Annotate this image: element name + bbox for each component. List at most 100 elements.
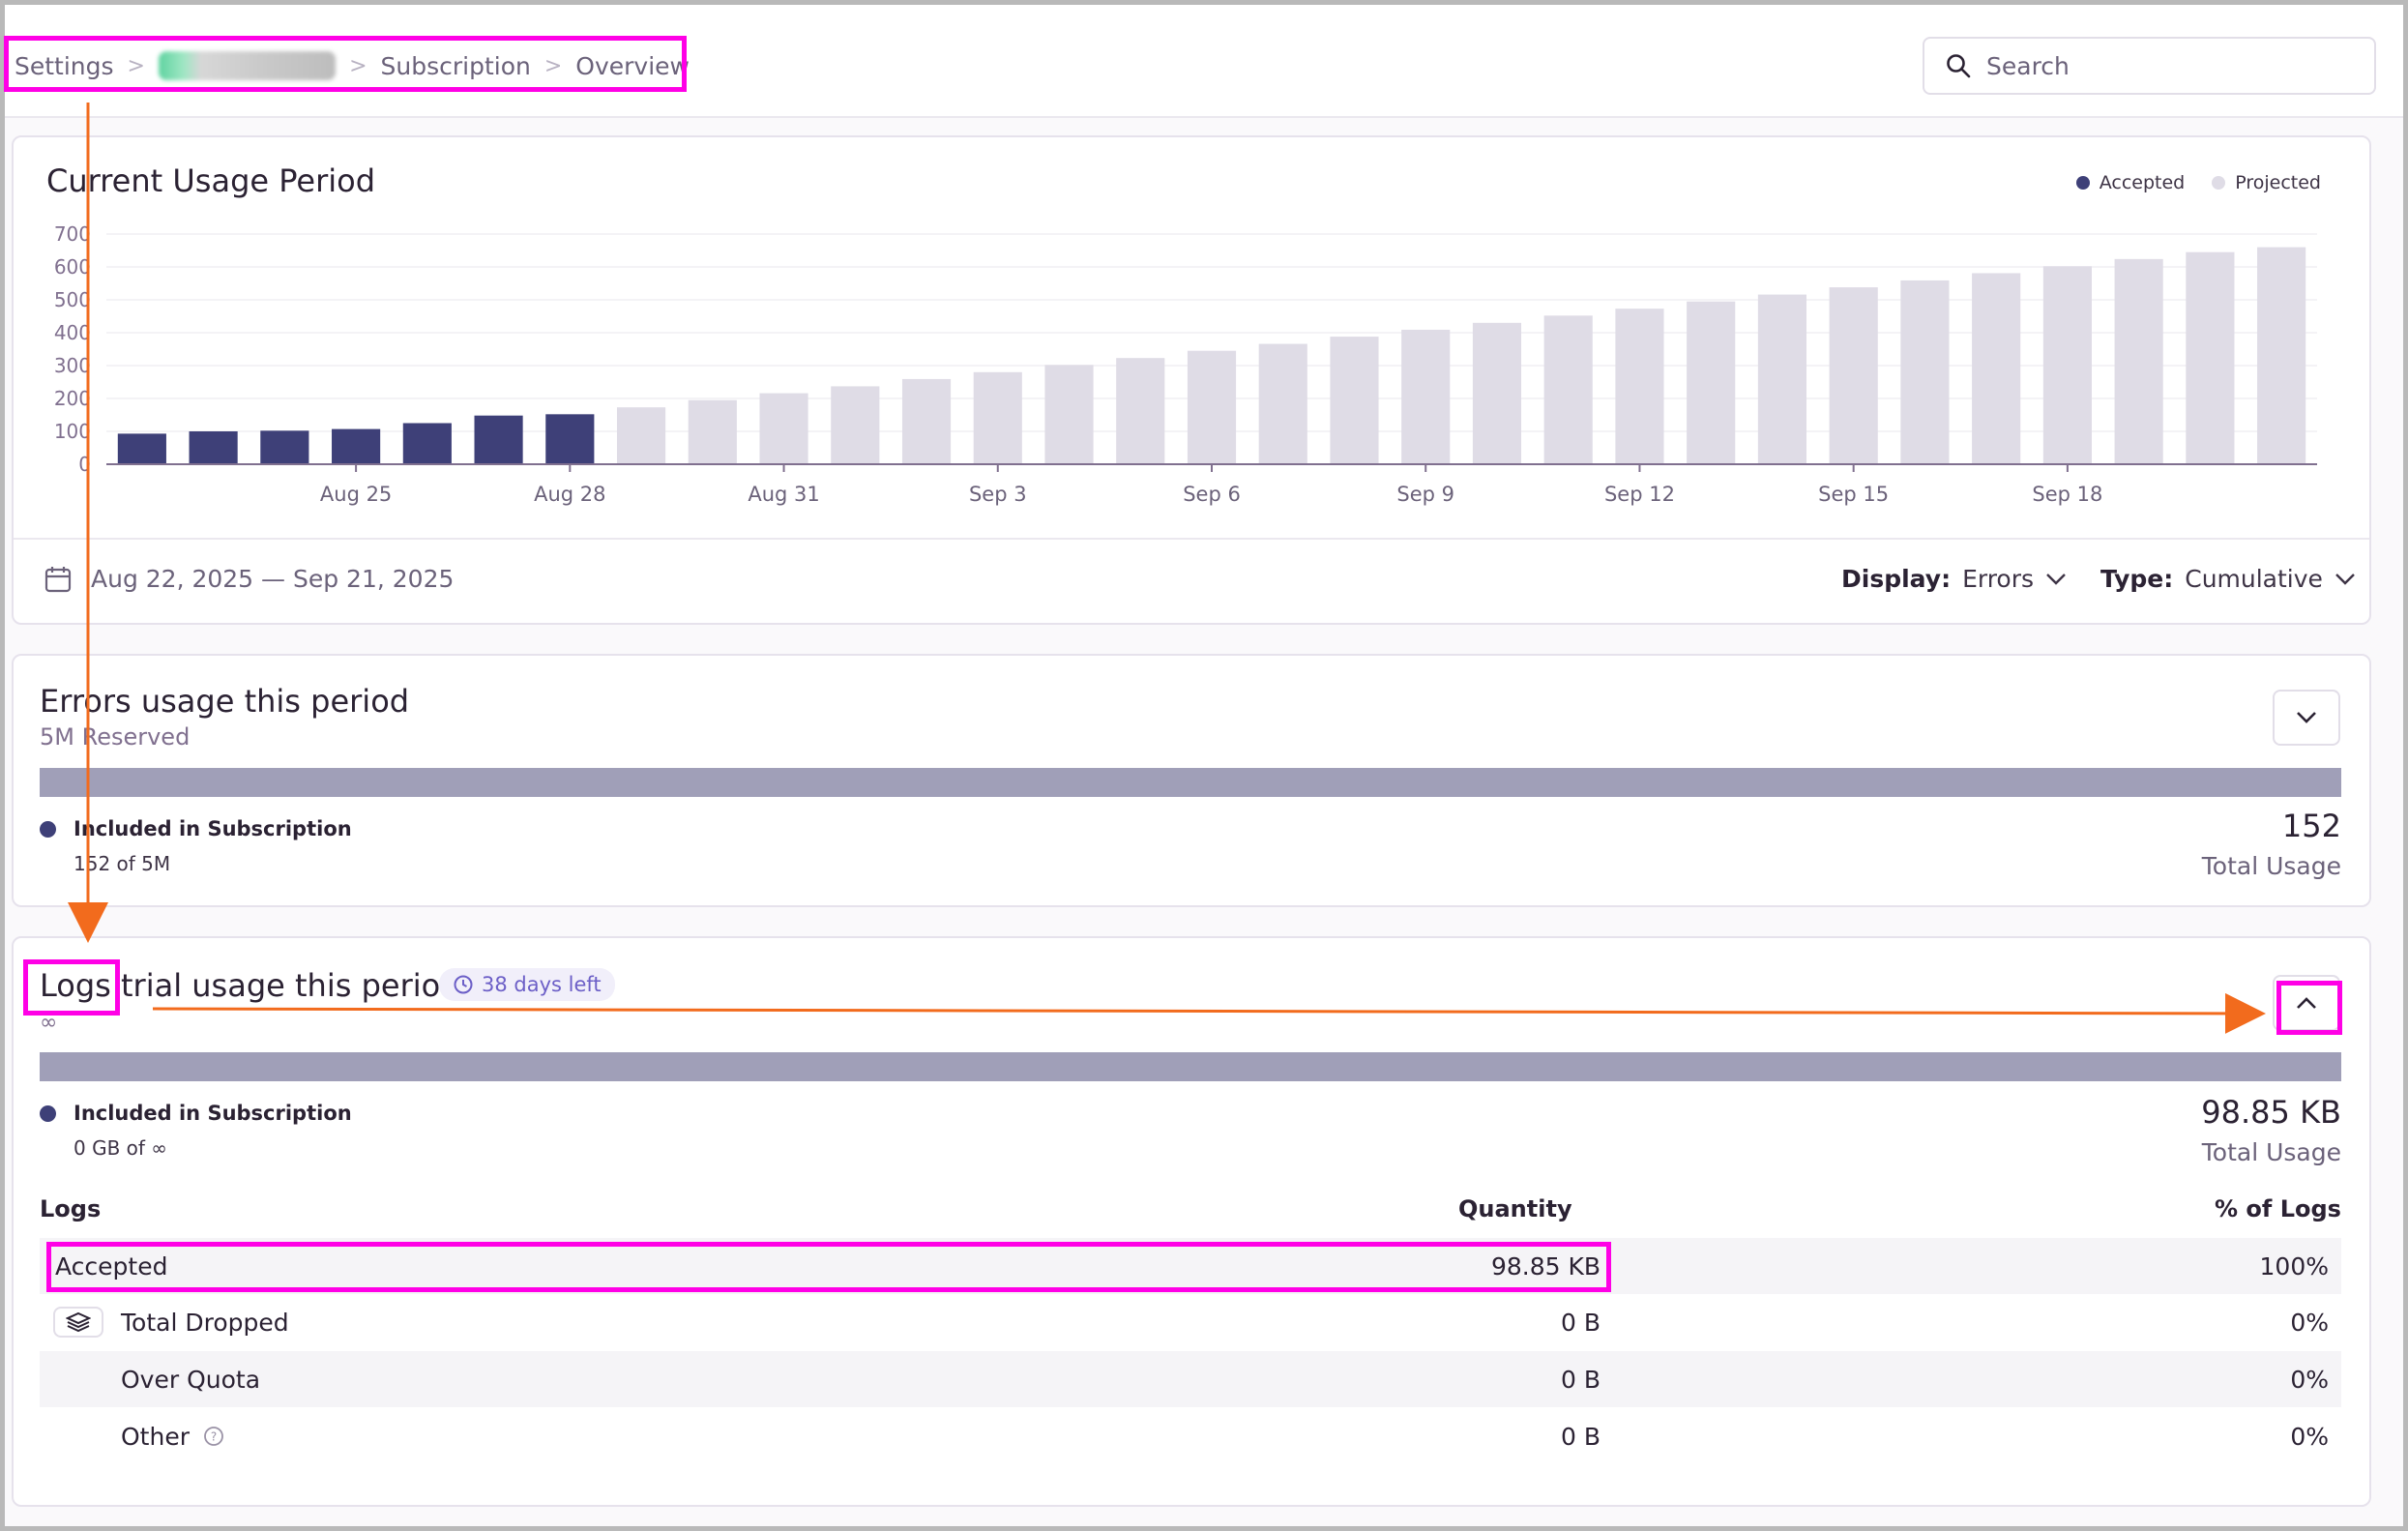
chevron-down-icon <box>2335 573 2355 585</box>
type-value: Cumulative <box>2185 565 2323 593</box>
table-row-other: Other ? 0 B 0% <box>40 1408 2341 1464</box>
errors-total-value: 152 <box>2281 808 2341 844</box>
trial-days-text: 38 days left <box>482 973 602 996</box>
bar-projected <box>1687 301 1736 464</box>
accepted-row-highlight-box <box>46 1242 1611 1292</box>
x-tick-label: Sep 9 <box>1396 483 1454 506</box>
legend-accepted: Accepted <box>2075 172 2186 193</box>
row-percent: 0% <box>2290 1308 2329 1337</box>
bar-projected <box>973 371 1022 464</box>
bar-projected <box>1116 358 1165 464</box>
row-percent: 100% <box>2259 1251 2329 1281</box>
type-label: Type: <box>2100 565 2174 593</box>
bar-projected <box>759 393 808 464</box>
type-selector[interactable]: Type: Cumulative <box>2100 565 2356 593</box>
x-tick-label: Aug 31 <box>748 483 819 506</box>
logs-total-value: 98.85 KB <box>2201 1094 2341 1131</box>
y-tick-label: 600 <box>54 255 91 279</box>
row-percent: 0% <box>2290 1422 2329 1451</box>
bar-projected <box>2114 258 2163 464</box>
bar-accepted <box>402 423 452 464</box>
y-tick-label: 100 <box>54 420 91 443</box>
x-tick-label: Aug 28 <box>534 483 605 506</box>
bar-projected <box>616 407 666 464</box>
logs-usage-bar <box>40 1052 2341 1081</box>
logs-total-label: Total Usage <box>2201 1138 2341 1166</box>
legend-projected: Projected <box>2212 172 2321 193</box>
clock-icon <box>454 975 473 994</box>
chart-footer-divider <box>14 538 2369 540</box>
bar-projected <box>1401 329 1451 464</box>
errors-total-usage: 152 Total Usage <box>2202 808 2341 880</box>
errors-usage-bar <box>40 768 2341 797</box>
x-tick-label: Sep 3 <box>969 483 1027 506</box>
table-header-logs: Logs <box>40 1195 102 1222</box>
table-header-quantity: Quantity <box>1458 1195 1572 1222</box>
current-usage-title: Current Usage Period <box>46 162 376 199</box>
trial-days-badge: 38 days left <box>439 968 615 1001</box>
layers-icon[interactable] <box>53 1307 103 1338</box>
bar-projected <box>1829 287 1878 464</box>
bar-accepted <box>474 415 523 464</box>
y-tick-label: 0 <box>78 453 91 476</box>
bar-projected <box>1258 343 1307 464</box>
search-icon <box>1947 54 1971 78</box>
x-tick-label: Sep 6 <box>1183 483 1241 506</box>
errors-included-legend: Included in Subscription 152 of 5M <box>40 817 352 875</box>
table-header-percent: % of Logs <box>2215 1195 2341 1222</box>
x-tick-label: Sep 15 <box>1818 483 1889 506</box>
y-tick-label: 700 <box>54 222 91 246</box>
x-tick-label: Sep 12 <box>1604 483 1675 506</box>
page-header: Settings > > Subscription > Overview <box>4 5 2403 118</box>
logs-total-usage: 98.85 KB Total Usage <box>2201 1094 2341 1166</box>
row-label-text: Total Dropped <box>121 1308 289 1337</box>
chart-legend: Accepted Projected <box>2075 172 2321 193</box>
logs-reserved-text: ∞ <box>40 1011 58 1035</box>
bar-projected <box>1330 337 1379 464</box>
collapse-button-highlight-box <box>2276 981 2342 1035</box>
breadcrumb-highlight-box <box>4 36 687 92</box>
row-percent: 0% <box>2290 1365 2329 1394</box>
bar-accepted <box>117 433 166 464</box>
legend-accepted-label: Accepted <box>2099 172 2186 193</box>
logs-title-highlight-box <box>23 959 120 1016</box>
errors-included-sub: 152 of 5M <box>73 852 171 875</box>
bar-accepted <box>189 431 238 464</box>
errors-reserved-text: 5M Reserved <box>40 723 191 751</box>
bar-projected <box>688 399 737 464</box>
legend-projected-dot <box>2212 176 2226 190</box>
bar-accepted <box>545 414 595 464</box>
row-label: Other ? <box>121 1408 224 1464</box>
bar-projected <box>1543 315 1593 464</box>
bar-projected <box>1757 294 1807 464</box>
logs-included-legend: Included in Subscription 0 GB of ∞ <box>40 1102 352 1160</box>
logs-included-sub: 0 GB of ∞ <box>73 1136 167 1160</box>
bar-projected <box>2257 247 2306 464</box>
row-quantity: 0 B <box>1560 1308 1600 1337</box>
row-label: Over Quota <box>121 1365 261 1394</box>
usage-bar-chart: 0 100 200 300 400 500 600 700 Aug 25 Aug 28 Aug 31… <box>54 222 2317 506</box>
y-tick-label: 400 <box>54 321 91 344</box>
bar-projected <box>1615 309 1664 464</box>
search-input[interactable] <box>1986 51 2354 80</box>
display-selector[interactable]: Display: Errors <box>1841 565 2067 593</box>
table-row-over-quota: Over Quota 0 B 0% <box>40 1351 2341 1407</box>
bar-projected <box>2186 251 2235 464</box>
row-quantity: 0 B <box>1560 1365 1600 1394</box>
bar-projected <box>831 386 880 464</box>
x-tick-label: Aug 25 <box>320 483 392 506</box>
y-tick-label: 200 <box>54 387 91 410</box>
help-icon[interactable]: ? <box>203 1426 224 1447</box>
bar-projected <box>1900 280 1950 464</box>
row-label: Total Dropped <box>53 1294 289 1350</box>
y-tick-label: 300 <box>54 354 91 377</box>
x-tick-label: Sep 18 <box>2032 483 2102 506</box>
bar-projected <box>2042 266 2092 464</box>
errors-expand-button[interactable] <box>2273 690 2340 746</box>
bar-projected <box>901 378 952 464</box>
errors-total-label: Total Usage <box>2201 852 2341 880</box>
display-label: Display: <box>1841 565 1952 593</box>
search-box[interactable] <box>1923 37 2376 95</box>
chevron-down-icon <box>2046 573 2066 585</box>
included-dot <box>40 821 56 838</box>
